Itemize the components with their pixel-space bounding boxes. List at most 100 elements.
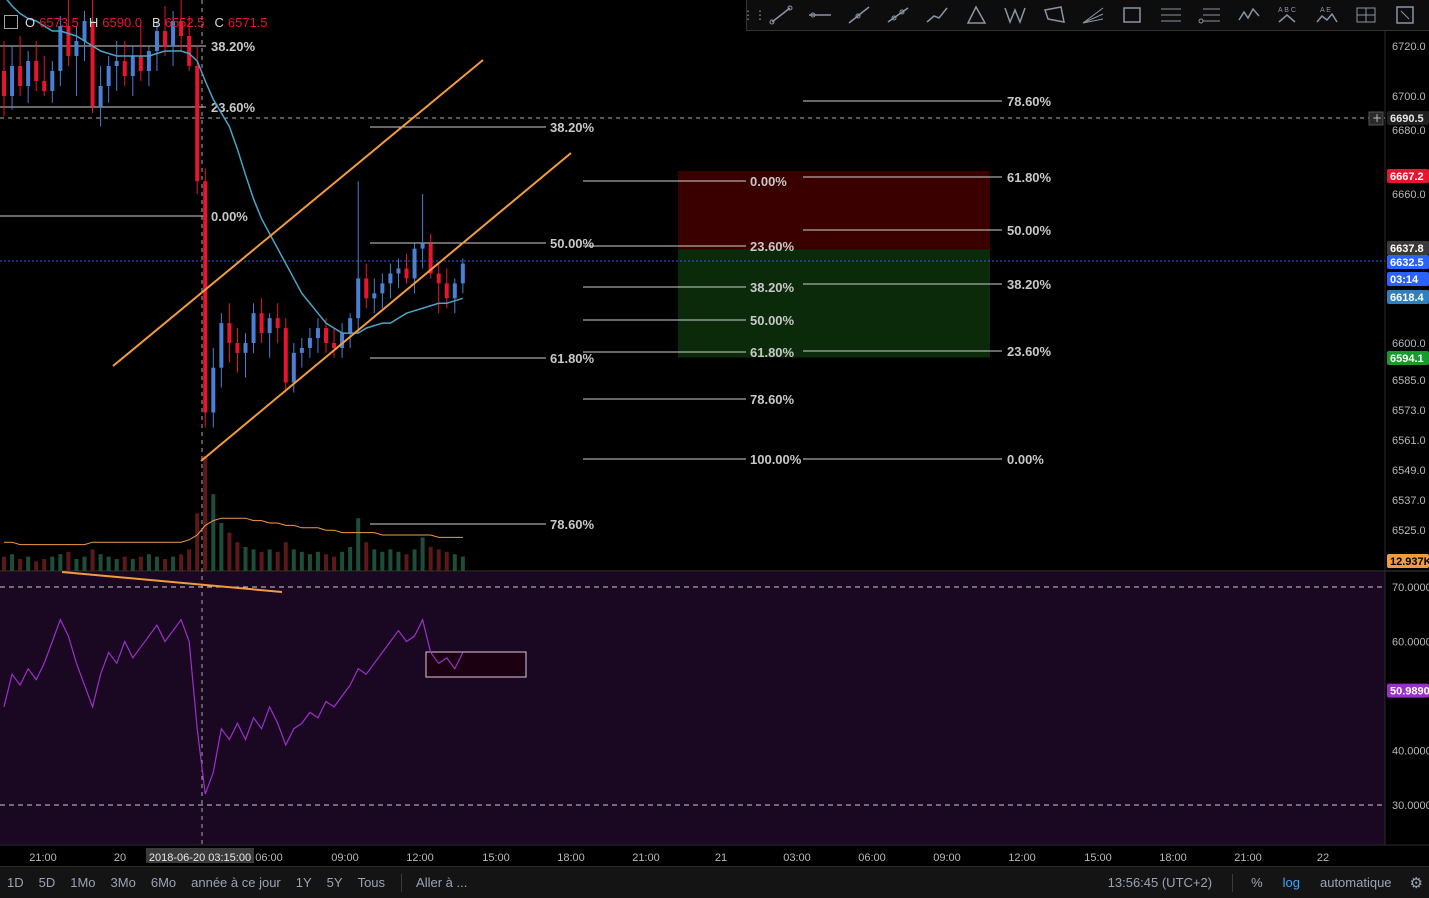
symbol-icon[interactable] (4, 15, 18, 29)
volume-bar (187, 549, 192, 571)
candle-body (122, 61, 127, 76)
volume-bar (460, 556, 465, 571)
volume-bar (82, 556, 87, 571)
price-marker-label: 6637.8 (1390, 243, 1424, 255)
volume-bar (163, 559, 167, 571)
auto-scale-toggle[interactable]: automatique (1310, 875, 1402, 890)
volume-bar (106, 556, 111, 571)
price-marker-label: 6618.4 (1390, 292, 1425, 304)
volume-bar (340, 551, 345, 571)
clock: 13:56:45 (UTC+2) (1107, 875, 1213, 890)
volume-bar (364, 542, 369, 571)
goto-date-button[interactable]: Aller à ... (410, 875, 473, 890)
volume-bar (332, 556, 337, 571)
gann-box-icon (1356, 7, 1375, 23)
range-button[interactable]: 5Y (320, 875, 351, 890)
candle-body (227, 323, 232, 343)
candle-body (356, 278, 361, 319)
range-button[interactable]: 5D (32, 875, 64, 890)
head-shoulders-icon: A E (1315, 7, 1338, 23)
time-axis-label: 21:00 (1234, 852, 1262, 864)
fib-retracement-tool-button[interactable] (1151, 0, 1190, 30)
volume-bar (307, 554, 312, 571)
fib-extension-tool-button[interactable] (1190, 0, 1229, 30)
fib-level-label: 0.00% (750, 174, 787, 189)
drag-handle-icon[interactable]: ⋮⋮ (742, 0, 766, 30)
time-axis-label: 21:00 (632, 852, 660, 864)
candle-body (364, 278, 369, 299)
gear-icon[interactable]: ⚙ (1402, 874, 1429, 892)
pitchfork-tool-button[interactable] (878, 0, 917, 30)
time-axis-label: 15:00 (482, 852, 510, 864)
trend-line-tool-button[interactable] (761, 0, 800, 30)
candle-body (348, 318, 353, 334)
svg-text:A E: A E (1320, 7, 1331, 14)
candle-body (130, 56, 135, 76)
time-axis-label: 06:00 (255, 852, 283, 864)
volume-bar (420, 537, 425, 571)
parallel-channel-tool-button[interactable] (839, 0, 878, 30)
horizontal-ray-tool-button[interactable] (800, 0, 839, 30)
volume-bar (275, 551, 280, 571)
range-button[interactable]: 1Mo (63, 875, 103, 890)
candle-body (251, 313, 256, 343)
triangle-pattern-icon (966, 5, 986, 24)
take-profit-zone[interactable] (678, 249, 990, 358)
volume-bar (171, 556, 176, 571)
range-button[interactable]: 1Y (289, 875, 320, 890)
volume-bar (74, 559, 79, 571)
ohlc-high-label: H (88, 14, 99, 30)
fib-level-label: 38.20% (750, 280, 795, 295)
log-scale-toggle[interactable]: log (1273, 875, 1310, 890)
volume-bar (211, 494, 216, 571)
range-button[interactable]: 3Mo (104, 875, 144, 890)
range-button[interactable]: année à ce jour (184, 875, 289, 890)
candle-body (50, 71, 55, 91)
price-axis-tick-label: 6537.0 (1392, 495, 1426, 507)
fib-fan-tool-button[interactable] (1073, 0, 1112, 30)
fib-timezone-tool-button[interactable] (1385, 0, 1424, 30)
fib-level-label: 0.00% (1007, 452, 1044, 467)
volume-bar (2, 556, 6, 571)
volume-bar (444, 551, 449, 571)
candle-body (187, 36, 192, 66)
stop-loss-zone[interactable] (678, 170, 990, 250)
elliott-wave-tool-button[interactable] (1229, 0, 1268, 30)
fib-level-label: 50.00% (550, 236, 595, 251)
volume-bar (122, 556, 127, 571)
price-chart[interactable]: 38.20% 23.60% 0.00% 38.20% 50.00% 61.80% 78.60… (0, 0, 1429, 866)
divider (401, 873, 403, 892)
range-button[interactable]: 6Mo (144, 875, 184, 890)
candle-body (420, 243, 425, 249)
candle-body (74, 41, 79, 56)
abc-pattern-tool-button[interactable]: A B C (1268, 0, 1307, 30)
xabcd-pattern-tool-button[interactable] (995, 0, 1034, 30)
fib-level-label: 23.60% (750, 239, 795, 254)
volume-bar (396, 551, 401, 571)
candle-body (396, 268, 401, 274)
volume-bar (356, 518, 361, 571)
candle-body (372, 293, 377, 299)
volume-bar (436, 549, 441, 571)
fib-level-label: 78.60% (750, 392, 795, 407)
candle-body (203, 181, 208, 413)
price-marker-label: 6690.5 (1390, 113, 1424, 125)
head-shoulders-tool-button[interactable]: A E (1307, 0, 1346, 30)
time-axis-label: 22 (1317, 852, 1329, 864)
price-axis-tick-label: 6700.0 (1392, 91, 1426, 103)
rectangle-tool-button[interactable] (1112, 0, 1151, 30)
path-icon (926, 7, 948, 23)
price-axis-tick-label: 6573.0 (1392, 405, 1426, 417)
rsi-annotation-box[interactable] (425, 651, 527, 678)
gann-box-tool-button[interactable] (1346, 0, 1385, 30)
volume-bar (50, 556, 55, 571)
ohlc-legend: O 6573.5 H 6590.0 B 6552.5 C 6571.5 (4, 12, 274, 32)
candle-body (243, 343, 248, 353)
range-button[interactable]: Tous (351, 875, 393, 890)
fib-level-label: 0.00% (211, 209, 248, 224)
abcd-pattern-tool-button[interactable] (1034, 0, 1073, 30)
percent-scale-toggle[interactable]: % (1241, 875, 1273, 890)
range-button[interactable]: 1D (0, 875, 32, 890)
triangle-pattern-tool-button[interactable] (956, 0, 995, 30)
path-tool-button[interactable] (917, 0, 956, 30)
